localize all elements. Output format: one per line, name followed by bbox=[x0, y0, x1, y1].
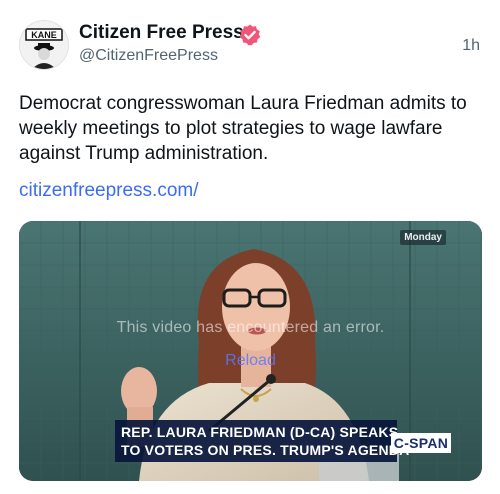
day-badge: Monday bbox=[400, 230, 446, 245]
chyron-line-2: TO VOTERS ON PRES. TRUMP'S AGENDA bbox=[121, 442, 410, 458]
network-logo: C-SPAN bbox=[391, 433, 451, 453]
reload-button[interactable]: Reload bbox=[19, 352, 482, 370]
avatar-text: KANE bbox=[31, 30, 57, 40]
post-card: KANE Citizen Free Press @CitizenFreePres… bbox=[0, 0, 500, 494]
video-player[interactable]: Monday This video has encountered an err… bbox=[19, 221, 482, 481]
author-handle[interactable]: @CitizenFreePress bbox=[79, 47, 218, 65]
chyron-banner: REP. LAURA FRIEDMAN (D-CA) SPEAKS TO VOT… bbox=[115, 420, 410, 462]
post-text: Democrat congresswoman Laura Friedman ad… bbox=[19, 93, 467, 164]
post-time[interactable]: 1h bbox=[462, 37, 480, 55]
post-link[interactable]: citizenfreepress.com/ bbox=[19, 180, 199, 202]
avatar[interactable]: KANE bbox=[19, 20, 69, 70]
author-name[interactable]: Citizen Free Press bbox=[79, 22, 244, 44]
chyron-line-1: REP. LAURA FRIEDMAN (D-CA) SPEAKS bbox=[121, 424, 399, 440]
verified-badge-icon bbox=[239, 24, 261, 46]
avatar-image: KANE bbox=[20, 21, 68, 69]
video-error-message: This video has encountered an error. bbox=[116, 319, 385, 336]
